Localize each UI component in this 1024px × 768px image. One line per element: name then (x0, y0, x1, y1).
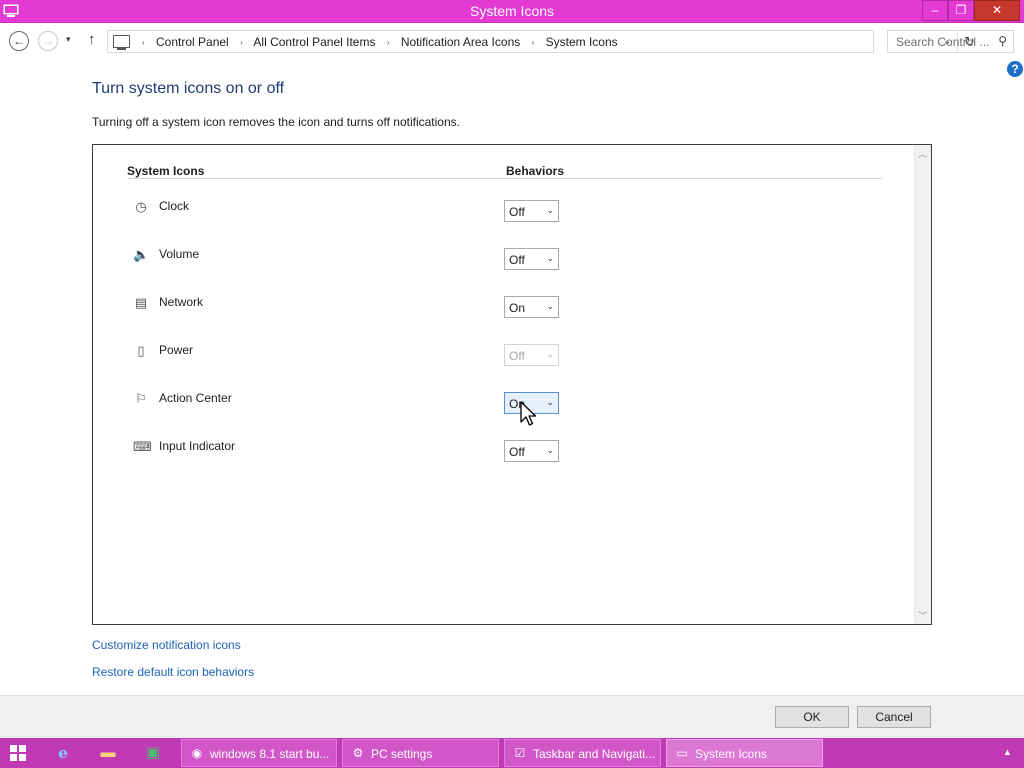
customize-notification-icons-link[interactable]: Customize notification icons (92, 638, 241, 652)
search-icon[interactable]: ⚲ (998, 34, 1007, 48)
volume-icon: 🔈 (133, 247, 150, 262)
maximize-button[interactable]: ❐ (948, 0, 974, 21)
item-label: Network (159, 295, 204, 309)
page-description: Turning off a system icon removes the ic… (92, 115, 460, 129)
control-panel-icon: ▭ (676, 746, 688, 760)
chevron-down-icon: ⌄ (546, 445, 554, 455)
navigation-bar: ← → ▾ ↑ › Control Panel › All Control Pa… (0, 24, 1024, 60)
power-behavior-select: Off ⌄ (504, 344, 559, 366)
chevron-down-icon: ⌄ (546, 301, 554, 311)
list-item-network: ▤ Network (127, 292, 567, 332)
taskbar-item-system-icons[interactable]: ▭ System Icons (666, 739, 823, 767)
restore-default-behaviors-link[interactable]: Restore default icon behaviors (92, 665, 254, 679)
gear-icon: ⚙ (352, 746, 364, 760)
clock-behavior-select[interactable]: Off ⌄ (504, 200, 559, 222)
select-value: Off (509, 349, 525, 363)
volume-behavior-select[interactable]: Off ⌄ (504, 248, 559, 270)
dialog-footer: OK Cancel (0, 695, 1024, 738)
show-hidden-icons-button[interactable]: ▲ (1003, 747, 1012, 757)
task-label: System Icons (695, 747, 768, 761)
help-button[interactable]: ? (1007, 61, 1023, 77)
list-item-volume: 🔈 Volume (127, 244, 567, 284)
clock-icon: ◷ (135, 199, 147, 214)
input-indicator-behavior-select[interactable]: Off ⌄ (504, 440, 559, 462)
taskbar: e ▬ ▣ ◉ windows 8.1 start bu... ⚙ PC set… (0, 738, 1024, 768)
flag-icon: ⚐ (135, 391, 147, 406)
breadcrumb-system-icons[interactable]: System Icons (546, 35, 618, 49)
up-button[interactable]: ↑ (88, 31, 96, 48)
list-item-input-indicator: ⌨ Input Indicator (127, 436, 567, 476)
list-item-clock: ◷ Clock (127, 196, 567, 236)
computer-icon (113, 35, 130, 50)
system-icons-list: System Icons Behaviors ◷ Clock Off ⌄ 🔈 V… (92, 144, 932, 625)
chevron-down-icon: ⌄ (546, 253, 554, 263)
list-item-action-center: ⚐ Action Center (127, 388, 567, 428)
cancel-button[interactable]: Cancel (857, 706, 931, 728)
select-value: On (509, 301, 526, 315)
taskbar-item-taskbar-navigation[interactable]: ☑ Taskbar and Navigati... (504, 739, 661, 767)
breadcrumb: › Control Panel › All Control Panel Item… (134, 35, 618, 49)
item-label: Volume (159, 247, 200, 261)
item-label: Clock (159, 199, 190, 213)
task-label: PC settings (371, 747, 433, 761)
title-bar: System Icons – ❐ ✕ (0, 0, 1024, 23)
recent-locations-button[interactable]: ▾ (66, 34, 71, 45)
keyboard-icon: ⌨ (133, 439, 152, 454)
task-label: Taskbar and Navigati... (533, 747, 656, 761)
column-header-system-icons: System Icons (127, 164, 205, 178)
mouse-cursor-icon (520, 401, 537, 426)
chrome-icon: ◉ (191, 746, 203, 760)
breadcrumb-all-items[interactable]: All Control Panel Items (253, 35, 375, 49)
breadcrumb-separator[interactable]: › (387, 38, 390, 47)
scroll-up-icon[interactable]: ︿ (918, 147, 927, 160)
window-title: System Icons (469, 3, 555, 19)
breadcrumb-separator[interactable]: › (142, 38, 145, 47)
breadcrumb-control-panel[interactable]: Control Panel (156, 35, 229, 49)
select-value: Off (509, 445, 525, 459)
scroll-down-icon[interactable]: ﹀ (918, 609, 927, 622)
item-label: Power (159, 343, 194, 357)
forward-button[interactable]: → (38, 31, 58, 51)
chevron-down-icon: ⌄ (546, 205, 554, 215)
file-explorer-icon[interactable]: ▬ (98, 743, 118, 763)
item-label: Input Indicator (159, 439, 236, 453)
vertical-scrollbar[interactable]: ︿ ﹀ (914, 145, 931, 624)
breadcrumb-separator[interactable]: › (240, 38, 243, 47)
column-header-behaviors: Behaviors (506, 164, 565, 178)
internet-explorer-icon[interactable]: e (53, 743, 73, 763)
ok-button[interactable]: OK (775, 706, 849, 728)
taskbar-item-pc-settings[interactable]: ⚙ PC settings (342, 739, 499, 767)
breadcrumb-separator[interactable]: › (532, 38, 535, 47)
task-label: windows 8.1 start bu... (210, 747, 330, 761)
select-value: Off (509, 205, 525, 219)
search-input[interactable]: Search Control ... (896, 35, 989, 49)
back-button[interactable]: ← (9, 31, 29, 51)
store-icon[interactable]: ▣ (143, 743, 163, 763)
minimize-button[interactable]: – (922, 0, 948, 21)
power-icon: ▯ (137, 343, 145, 358)
address-bar[interactable]: › Control Panel › All Control Panel Item… (107, 30, 975, 53)
item-label: Action Center (159, 391, 232, 405)
close-button[interactable]: ✕ (974, 0, 1020, 21)
checklist-icon: ☑ (514, 746, 526, 760)
chevron-down-icon: ⌄ (546, 349, 554, 359)
network-icon: ▤ (134, 295, 148, 310)
windows-start-icon[interactable] (10, 745, 26, 761)
taskbar-item-chrome[interactable]: ◉ windows 8.1 start bu... (181, 739, 337, 767)
page-title: Turn system icons on or off (92, 80, 285, 97)
search-box[interactable]: Search Control ... ⚲ (887, 30, 1014, 53)
header-divider (127, 178, 882, 179)
breadcrumb-notification-area-icons[interactable]: Notification Area Icons (401, 35, 520, 49)
select-value: Off (509, 253, 525, 267)
network-behavior-select[interactable]: On ⌄ (504, 296, 559, 318)
list-item-power: ▯ Power (127, 340, 567, 380)
chevron-down-icon: ⌄ (546, 397, 554, 407)
